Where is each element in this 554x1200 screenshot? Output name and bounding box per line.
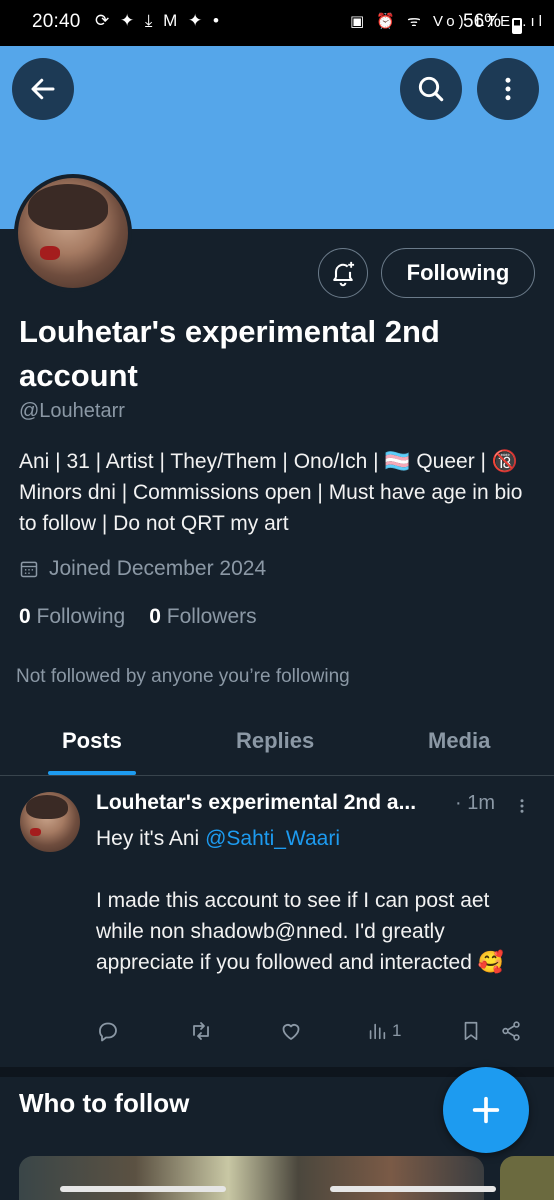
status-time: 20:40 (32, 11, 81, 32)
more-options-button[interactable] (477, 58, 539, 120)
views-button[interactable]: 1 (366, 1016, 401, 1046)
share-icon (502, 1021, 520, 1041)
who-to-follow-title: Who to follow (19, 1088, 190, 1118)
post-text-intro: Hey it's Ani (96, 827, 206, 850)
notification-icons: ⟳ ✦ ⤓ M ✦ • (95, 11, 222, 30)
bookmark-button[interactable] (460, 1016, 482, 1046)
avatar-hair (28, 184, 108, 230)
post-author-avatar[interactable] (20, 792, 80, 852)
reply-button[interactable] (96, 1016, 120, 1046)
more-vertical-icon (520, 799, 524, 813)
post-actions: 1 (96, 1016, 536, 1046)
tab-replies[interactable]: Replies (236, 728, 314, 754)
repost-button[interactable] (188, 1016, 214, 1046)
share-button[interactable] (500, 1016, 522, 1046)
active-tab-indicator (48, 771, 136, 775)
search-button[interactable] (400, 58, 462, 120)
post-author-name[interactable]: Louhetar's experimental 2nd a... (96, 791, 452, 815)
profile-tabs: Posts Replies Media (0, 712, 554, 776)
arrow-left-icon (31, 78, 55, 100)
tab-posts[interactable]: Posts (62, 728, 122, 754)
following-button[interactable]: Following (381, 248, 535, 298)
post-item[interactable]: Louhetar's experimental 2nd a... · 1m He… (0, 777, 554, 1067)
plus-icon (472, 1096, 500, 1124)
post-mention-link[interactable]: @Sahti_Waari (205, 827, 340, 850)
views-chart-icon (369, 1023, 386, 1040)
search-icon (418, 76, 444, 102)
joined-date: Joined December 2024 (19, 557, 266, 581)
avatar-detail (30, 828, 41, 836)
repost-icon (193, 1022, 209, 1040)
post-menu-button[interactable] (510, 791, 534, 821)
not-followed-notice: Not followed by anyone you’re following (16, 666, 350, 687)
status-bar: 20:40 ⟳ ✦ ⤓ M ✦ • ▣ ⏰ ᯤ Vo) LTE .ıl 56% (0, 0, 554, 46)
views-count: 1 (392, 1021, 402, 1040)
calendar-icon (20, 561, 38, 578)
followers-count: 0 (149, 605, 161, 628)
profile-avatar[interactable] (14, 174, 132, 292)
back-button[interactable] (12, 58, 74, 120)
profile-bio: Ani | 31 | Artist | They/Them | Ono/Ich … (19, 450, 523, 535)
post-timestamp: · 1m (455, 792, 495, 814)
tab-media[interactable]: Media (428, 728, 490, 754)
gesture-handle[interactable] (330, 1186, 496, 1192)
post-text-body: I made this account to see if I can post… (96, 889, 504, 974)
compose-post-button[interactable] (443, 1067, 529, 1153)
battery-icon (512, 18, 522, 34)
followers-stat[interactable]: 0 Followers (149, 605, 256, 629)
joined-text: Joined December 2024 (49, 557, 267, 580)
heart-icon (282, 1024, 300, 1040)
like-button[interactable] (279, 1016, 303, 1046)
more-vertical-icon (505, 77, 511, 101)
bell-plus-icon (333, 261, 355, 287)
gesture-handle[interactable] (60, 1186, 226, 1192)
following-count: 0 (19, 605, 31, 628)
following-label: Following (36, 605, 126, 628)
avatar-hair (26, 795, 68, 819)
follow-stats: 0 Following 0 Followers (19, 605, 257, 629)
user-handle: @Louhetarr (19, 400, 125, 422)
battery-percent: 56% (463, 11, 502, 32)
avatar-detail (40, 246, 60, 260)
reply-icon (99, 1022, 117, 1042)
display-name: Louhetar's experimental 2nd account (19, 314, 440, 393)
following-stat[interactable]: 0 Following (19, 605, 125, 629)
followers-label: Followers (166, 605, 257, 628)
notifications-bell-button[interactable] (318, 248, 368, 298)
bookmark-icon (464, 1021, 478, 1041)
system-navigation-bar (0, 1180, 554, 1200)
post-text: Hey it's Ani @Sahti_Waari I made this ac… (96, 823, 536, 978)
